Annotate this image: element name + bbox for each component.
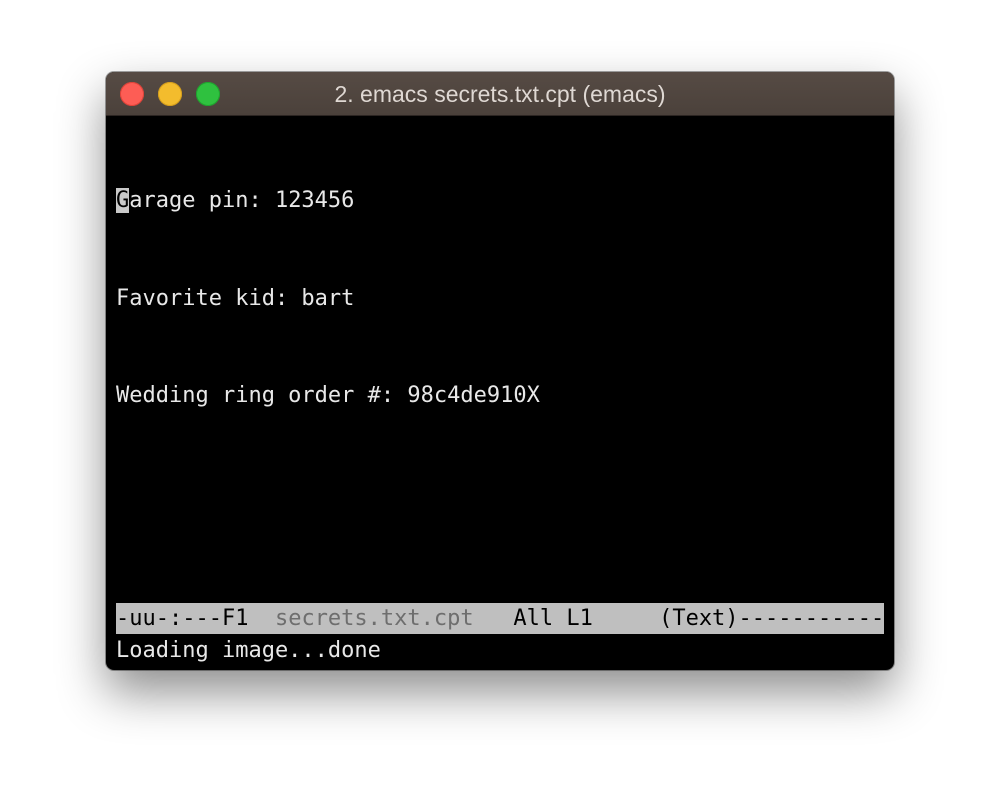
buffer-line-2: Favorite kid: bart <box>116 285 355 311</box>
terminal-window: 2. emacs secrets.txt.cpt (emacs) Garage … <box>106 72 894 670</box>
window-title: 2. emacs secrets.txt.cpt (emacs) <box>334 81 666 107</box>
buffer-line-3: Wedding ring order #: 98c4de910X <box>116 383 540 408</box>
mode-line-buffer-name: secrets.txt.cpt <box>274 606 474 631</box>
mode-line-major-mode: (Text)----------- <box>659 606 884 631</box>
echo-area: Loading image...done <box>116 638 381 663</box>
title-bar[interactable]: 2. emacs secrets.txt.cpt (emacs) <box>106 72 894 116</box>
buffer-line-1-text: arage pin: 123456 <box>129 188 355 213</box>
buffer-line-1: Garage pin: 123456 <box>116 185 884 218</box>
mode-line-position: All L1 <box>473 606 660 631</box>
text-cursor: G <box>116 188 130 213</box>
mode-line: -uu-:---F1 secrets.txt.cpt All L1 (Text)… <box>116 603 884 634</box>
text-buffer[interactable]: Garage pin: 123456 Favorite kid: bart We… <box>116 120 884 478</box>
mode-line-status: -uu-:---F1 <box>116 606 275 631</box>
